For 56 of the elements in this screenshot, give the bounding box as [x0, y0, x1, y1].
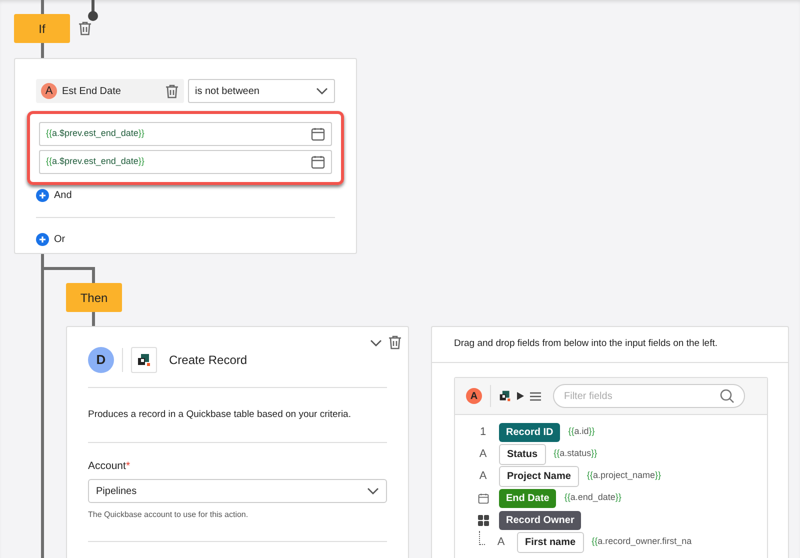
field-type-label: 1	[478, 424, 488, 440]
trash-icon[interactable]	[78, 21, 92, 36]
plus-circle-icon[interactable]	[36, 189, 49, 202]
connector-handle[interactable]	[88, 0, 98, 21]
field-chip[interactable]: A Est End Date	[36, 79, 184, 103]
field-type-label: A	[478, 446, 488, 462]
app-logo-icon	[499, 390, 511, 402]
action-title: Create Record	[169, 352, 248, 369]
field-token: {{a.record_owner.first_na	[592, 535, 692, 548]
field-chip[interactable]: First name	[517, 532, 584, 552]
chevron-down-icon	[370, 338, 382, 346]
account-select[interactable]: Pipelines	[88, 479, 387, 503]
play-icon[interactable]	[517, 392, 524, 400]
and-link[interactable]: And	[54, 188, 72, 203]
grid-icon	[478, 514, 488, 526]
account-help: The Quickbase account to use for this action.	[88, 509, 250, 521]
panel-instruction: Drag and drop fields from below into the input fields on the left.	[432, 327, 788, 363]
field-chip[interactable]: Project Name	[499, 466, 579, 486]
chevron-down-icon	[367, 487, 379, 495]
operator-select[interactable]: is not between	[188, 79, 335, 103]
search-icon	[720, 389, 734, 403]
step-badge: D	[88, 347, 114, 373]
field-token: {{a.$prev.est_end_date}}	[46, 127, 144, 140]
field-chip[interactable]: Record Owner	[499, 510, 582, 530]
field-token: {{a.project_name}}	[586, 469, 661, 482]
field-token: {{a.status}}	[554, 447, 598, 460]
plus-circle-icon[interactable]	[36, 233, 49, 246]
field-chip[interactable]: Record ID	[499, 422, 560, 442]
step-badge: A	[466, 388, 482, 404]
date-input[interactable]: {{a.$prev.est_end_date}}	[39, 122, 332, 146]
field-type-label: A	[496, 534, 506, 550]
tree-connector	[479, 531, 485, 545]
filter-field[interactable]: Filter fields	[564, 388, 720, 404]
field-token: {{a.$prev.est_end_date}}	[46, 155, 144, 168]
menu-icon[interactable]	[530, 392, 541, 400]
required-mark: *	[126, 460, 130, 472]
or-link[interactable]: Or	[54, 232, 66, 247]
field-chip[interactable]: End Date	[499, 488, 556, 508]
search-bar[interactable]: Filter fields	[553, 384, 745, 408]
field-token: {{a.id}}	[568, 425, 595, 438]
field-chip[interactable]: Status	[499, 444, 546, 464]
date-input[interactable]: {{a.$prev.est_end_date}}	[39, 150, 332, 174]
trash-icon[interactable]	[165, 84, 179, 98]
field-type-label: A	[478, 468, 488, 484]
trash-icon[interactable]	[388, 335, 402, 350]
calendar-icon	[311, 127, 325, 141]
if-step-label[interactable]: If	[14, 14, 70, 43]
field-token: {{a.end_date}}	[564, 491, 622, 504]
action-description: Produces a record in a Quickbase table based on your criteria.	[88, 388, 387, 444]
calendar-icon	[311, 155, 325, 169]
step-badge: A	[41, 83, 57, 99]
then-step-label[interactable]: Then	[66, 283, 122, 312]
calendar-icon	[478, 492, 488, 504]
app-logo-icon	[137, 353, 151, 367]
chevron-down-icon	[316, 87, 328, 95]
account-label: Account*	[88, 459, 132, 474]
